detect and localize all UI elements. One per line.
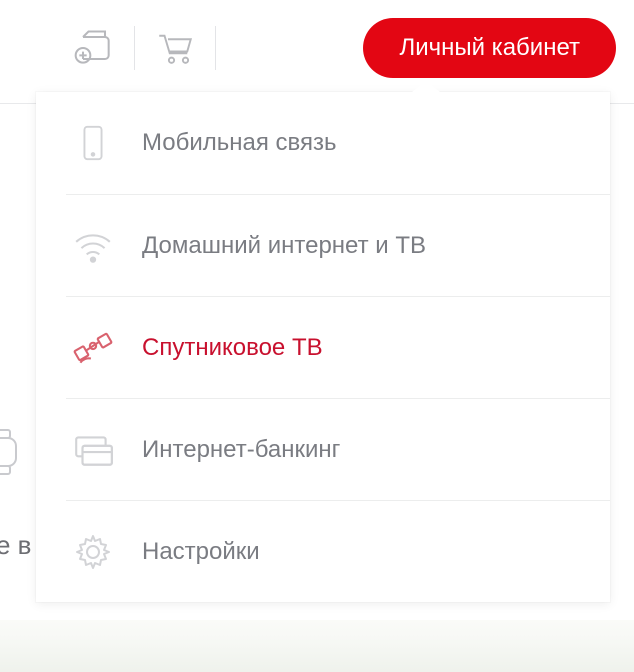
menu-item-label: Спутниковое ТВ	[142, 334, 323, 362]
top-region: Личный кабинет	[0, 0, 634, 104]
menu-item-label: Настройки	[142, 538, 260, 566]
menu-item-label: Домашний интернет и ТВ	[142, 232, 426, 260]
account-button[interactable]: Личный кабинет	[363, 18, 616, 78]
satellite-icon	[66, 321, 120, 375]
cart-icon[interactable]	[151, 24, 199, 72]
menu-item-satellite-tv[interactable]: Спутниковое ТВ	[66, 296, 610, 398]
background-water	[0, 620, 634, 672]
menu-item-mobile[interactable]: Мобильная связь	[36, 92, 610, 194]
menu-item-internet-banking[interactable]: Интернет-банкинг	[66, 398, 610, 500]
background-watch-icon	[0, 428, 26, 476]
card-icon	[66, 423, 120, 477]
menu-item-home-internet[interactable]: Домашний интернет и ТВ	[66, 194, 610, 296]
phone-icon	[66, 116, 120, 170]
wallet-add-icon[interactable]	[70, 24, 118, 72]
background-text-fragment: е в	[0, 530, 32, 561]
menu-item-settings[interactable]: Настройки	[66, 500, 610, 602]
separator	[215, 26, 216, 70]
top-bar: Личный кабинет	[0, 18, 634, 78]
wifi-icon	[66, 219, 120, 273]
account-dropdown: Мобильная связь Домашний интернет и ТВ С…	[36, 92, 610, 602]
separator	[134, 26, 135, 70]
menu-item-label: Мобильная связь	[142, 129, 337, 157]
menu-item-label: Интернет-банкинг	[142, 436, 340, 464]
gear-icon	[66, 525, 120, 579]
account-button-label: Личный кабинет	[399, 34, 580, 61]
